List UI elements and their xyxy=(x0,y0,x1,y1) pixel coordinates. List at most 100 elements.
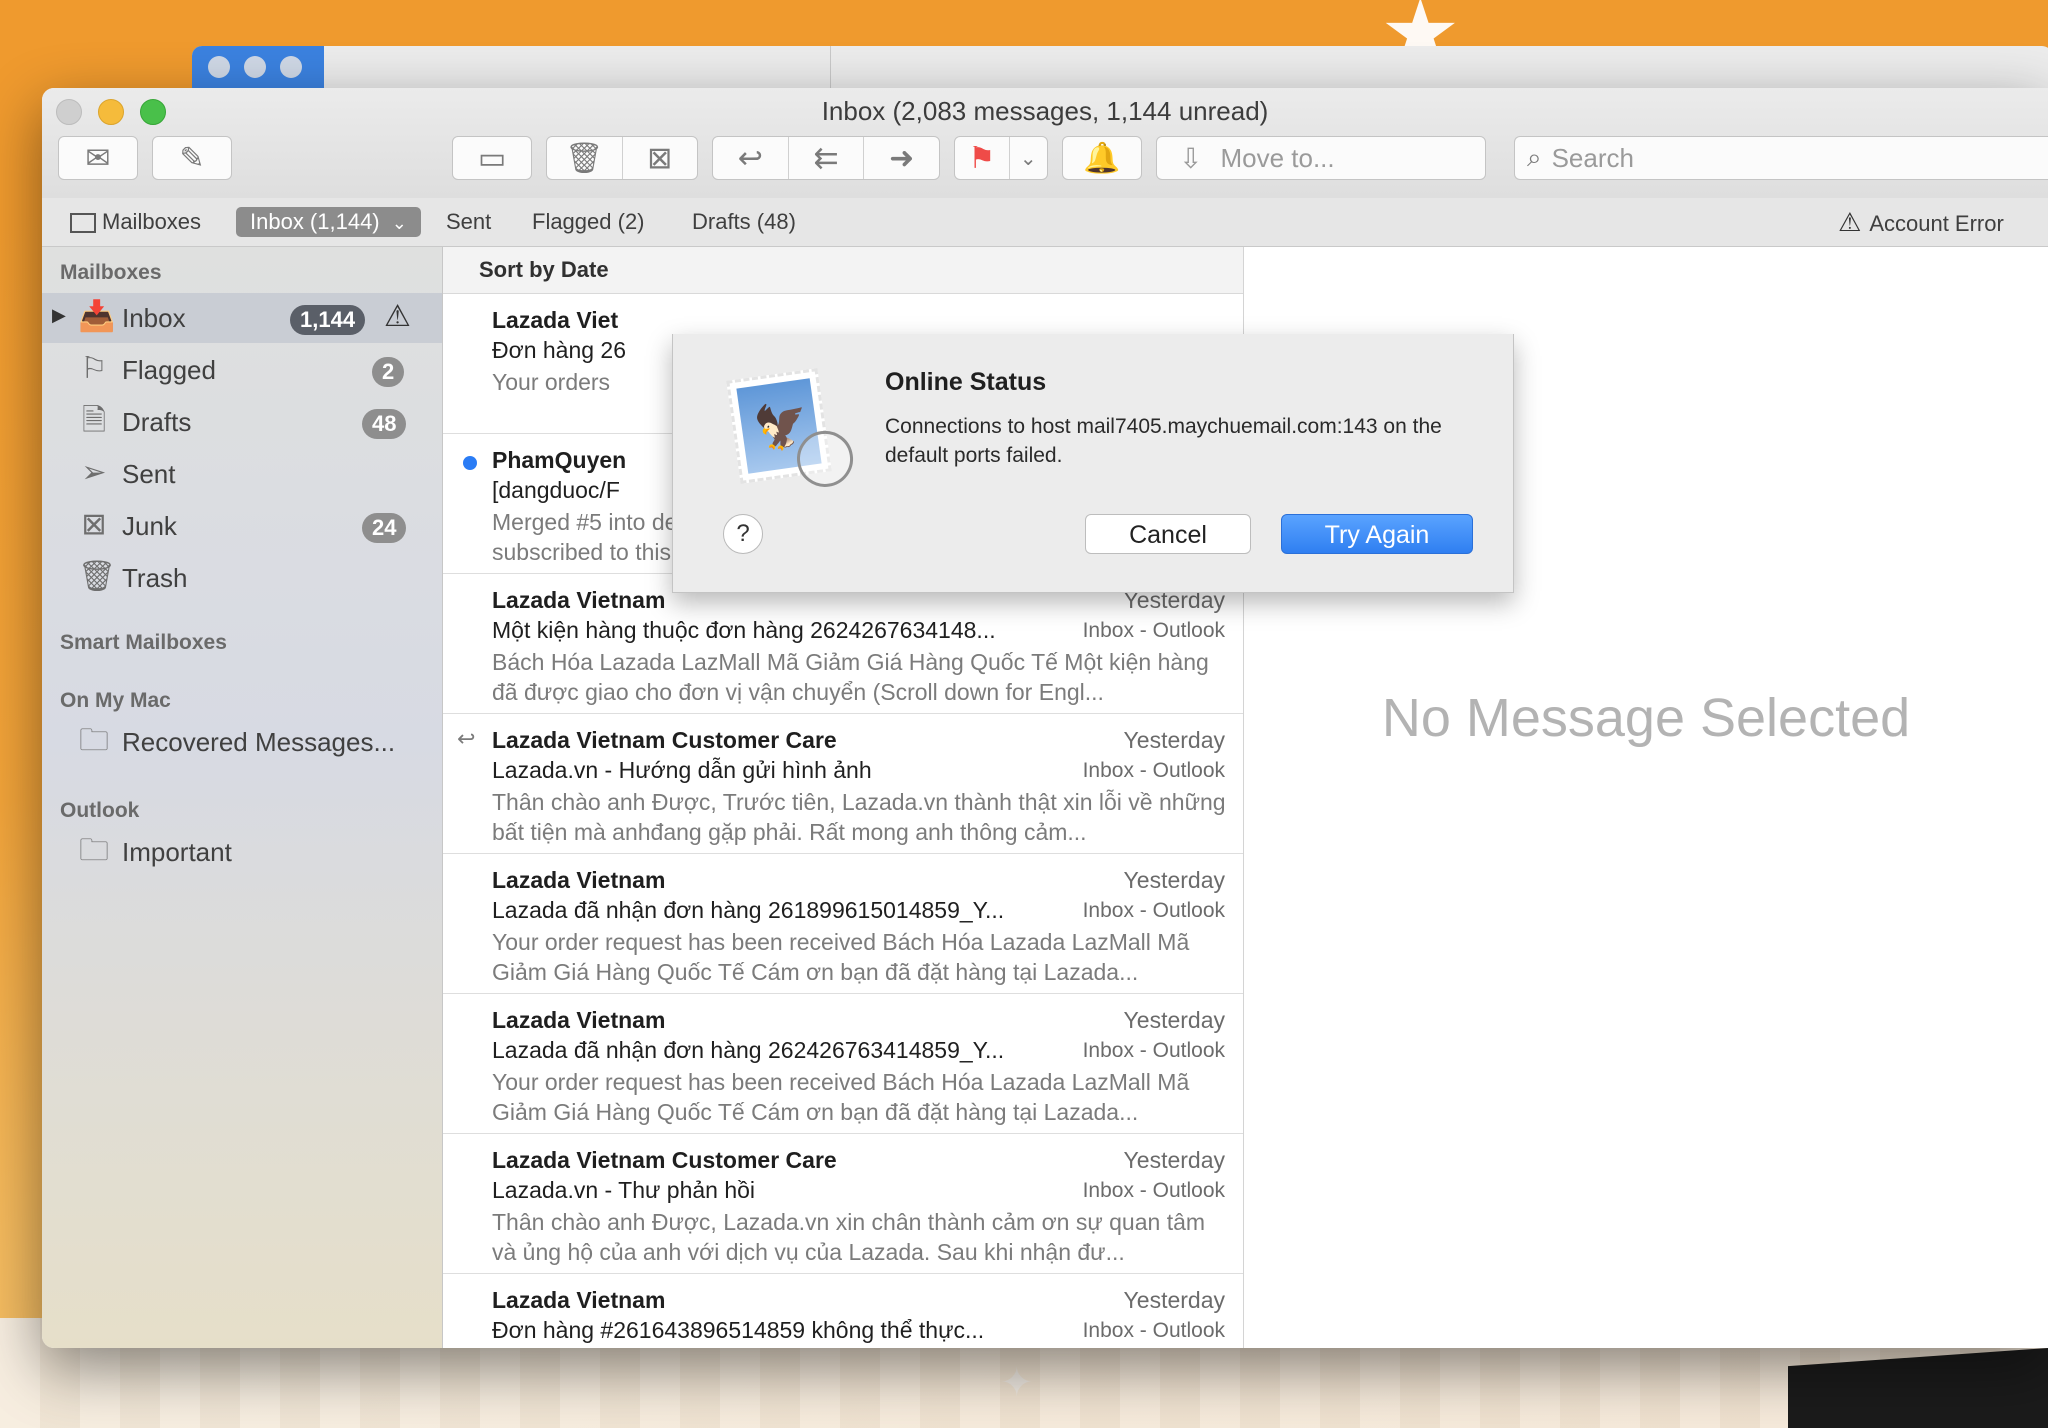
sidebar-item-label: Inbox xyxy=(122,303,186,333)
unread-dot-icon xyxy=(463,456,477,470)
message-subject: Lazada.vn - Hướng dẫn gửi hình ảnh xyxy=(492,757,872,783)
junk-icon: ⊠ xyxy=(647,141,673,175)
reply-icon: ↩ xyxy=(737,141,763,175)
sidebar-item-label: Junk xyxy=(122,511,177,541)
account-error[interactable]: ⚠ Account Error xyxy=(1838,198,2004,246)
message-preview: Thân chào anh Được, Lazada.vn xin chân t… xyxy=(492,1209,1206,1265)
message-sender: Lazada Vietnam xyxy=(492,1007,666,1033)
account-error-label: Account Error xyxy=(1869,211,2004,236)
flag-button[interactable]: ⚑ xyxy=(955,137,1010,179)
archive-icon: ▭ xyxy=(477,141,507,175)
background-window-dot xyxy=(244,56,266,78)
sidebar-item-junk[interactable]: ⊠ Junk 24 xyxy=(42,501,442,551)
message-sender: Lazada Viet xyxy=(492,307,619,333)
move-icon: ⇩ xyxy=(1179,142,1203,174)
sidebar-item-sent[interactable]: ➢ Sent xyxy=(42,449,442,499)
sidebar-item-label: Important xyxy=(122,837,232,867)
folder-icon: 🗀 xyxy=(79,834,109,867)
favorite-flagged[interactable]: Flagged (2) xyxy=(532,198,645,246)
message-row[interactable]: Lazada Vietnam Customer Care Yesterday L… xyxy=(443,1134,1243,1274)
sidebar-item-label: Flagged xyxy=(122,355,216,385)
compose-button[interactable]: ✎ xyxy=(152,136,232,180)
message-sender: Lazada Vietnam Customer Care xyxy=(492,727,837,753)
sidebar-item-trash[interactable]: 🗑 Trash xyxy=(42,553,442,603)
message-subject: Lazada đã nhận đơn hàng 261899615014859_… xyxy=(492,897,1005,923)
message-row[interactable]: ↩ Lazada Vietnam Customer Care Yesterday… xyxy=(443,714,1243,854)
sidebar-header-outlook[interactable]: Outlook xyxy=(60,799,139,823)
favorite-drafts[interactable]: Drafts (48) xyxy=(692,198,796,246)
junk-icon: ⊠ xyxy=(81,508,107,541)
sidebar: Mailboxes ▶ 📥 Inbox 1,144 ⚠ ⚐ Flagged 2 … xyxy=(42,247,443,1348)
flag-group: ⚑ ⌄ xyxy=(954,136,1048,180)
reply-button[interactable]: ↩ xyxy=(713,137,789,179)
message-subject: Lazada đã nhận đơn hàng 262426763414859_… xyxy=(492,1037,1005,1063)
sort-by-date-button[interactable]: Sort by Date xyxy=(479,257,609,283)
bell-icon: 🔔 xyxy=(1083,141,1121,175)
message-sender: Lazada Vietnam xyxy=(492,1287,666,1313)
inbox-icon: 📥 xyxy=(78,300,116,333)
titlebar: Inbox (2,083 messages, 1,144 unread) ✉ ✎… xyxy=(42,88,2048,199)
delete-button[interactable]: 🗑 xyxy=(547,137,623,179)
message-row[interactable]: Lazada Vietnam Yesterday Đơn hàng #26164… xyxy=(443,1274,1243,1348)
favorites-bar: Mailboxes Inbox (1,144) ⌄ Sent Flagged (… xyxy=(42,198,2048,247)
favorite-sent[interactable]: Sent xyxy=(446,198,491,246)
search-field[interactable]: ⌕ Search xyxy=(1514,136,2048,180)
message-date: Yesterday xyxy=(1123,727,1225,753)
background-window-divider xyxy=(830,46,831,92)
message-row[interactable]: Lazada Vietnam Yesterday Lazada đã nhận … xyxy=(443,854,1243,994)
sidebar-icon xyxy=(70,213,96,234)
count-badge: 24 xyxy=(362,513,407,543)
sidebar-item-flagged[interactable]: ⚐ Flagged 2 xyxy=(42,345,442,395)
sidebar-item-label: Trash xyxy=(122,563,188,593)
count-badge: 2 xyxy=(372,357,405,387)
favorite-inbox[interactable]: Inbox (1,144) ⌄ xyxy=(236,207,421,237)
reply-all-button[interactable]: ⇇ xyxy=(789,137,865,179)
cancel-button[interactable]: Cancel xyxy=(1085,514,1251,554)
no-message-selected: No Message Selected xyxy=(1381,688,1911,748)
message-date: Yesterday xyxy=(1123,867,1225,893)
sidebar-header-mailboxes: Mailboxes xyxy=(60,261,162,284)
unread-badge: 1,144 xyxy=(290,305,366,335)
sidebar-item-important[interactable]: 🗀 Important xyxy=(42,827,442,877)
help-button[interactable]: ? xyxy=(723,514,763,554)
message-mailbox: Inbox - Outlook xyxy=(1082,759,1225,782)
sidebar-item-label: Sent xyxy=(122,459,176,489)
forward-icon: ➜ xyxy=(889,141,915,175)
replied-icon: ↩ xyxy=(457,726,476,751)
sidebar-item-recovered-messages[interactable]: 🗀 Recovered Messages... xyxy=(42,717,442,767)
sidebar-header-smart-mailboxes[interactable]: Smart Mailboxes xyxy=(60,631,227,655)
message-subject: Lazada.vn - Thư phản hồi xyxy=(492,1177,756,1203)
sidebar-header-on-my-mac[interactable]: On My Mac xyxy=(60,689,171,713)
sidebar-item-inbox[interactable]: ▶ 📥 Inbox 1,144 ⚠ xyxy=(42,293,442,343)
compose-icon: ✎ xyxy=(179,141,205,175)
sidebar-item-label: Drafts xyxy=(122,407,192,437)
trash-icon: 🗑 xyxy=(565,141,604,175)
try-again-button[interactable]: Try Again xyxy=(1281,514,1473,554)
move-to-button[interactable]: ⇩ Move to... xyxy=(1156,136,1486,180)
delete-junk-group: 🗑 ⊠ xyxy=(546,136,698,180)
sidebar-item-drafts[interactable]: 🗎 Drafts 48 xyxy=(42,397,442,447)
archive-button[interactable]: ▭ xyxy=(452,136,532,180)
mute-button[interactable]: 🔔 xyxy=(1062,136,1142,180)
message-sender: PhamQuyen xyxy=(492,447,627,473)
trash-icon: 🗑 xyxy=(78,560,117,593)
get-mail-button[interactable]: ✉ xyxy=(58,136,138,180)
message-row[interactable]: Lazada Vietnam Yesterday Một kiện hàng t… xyxy=(443,574,1243,714)
junk-button[interactable]: ⊠ xyxy=(623,137,698,179)
message-preview: Bách Hóa Lazada LazMall Mã Giảm Giá Hàng… xyxy=(492,649,1209,705)
message-row[interactable]: Lazada Vietnam Yesterday Lazada đã nhận … xyxy=(443,994,1243,1134)
message-subject: Đơn hàng #261643896514859 không thể thực… xyxy=(492,1317,985,1343)
message-sender: Lazada Vietnam Customer Care xyxy=(492,1147,837,1173)
warning-icon: ⚠ xyxy=(1838,207,1862,237)
message-mailbox: Inbox - Outlook xyxy=(1082,619,1225,642)
message-subject: Một kiện hàng thuộc đơn hàng 26242676341… xyxy=(492,617,996,643)
message-preview: Your order request has been received Bác… xyxy=(492,1069,1190,1125)
message-date: Yesterday xyxy=(1123,1007,1225,1033)
flag-menu-button[interactable]: ⌄ xyxy=(1010,137,1047,179)
mailboxes-toggle[interactable]: Mailboxes xyxy=(70,198,201,246)
count-badge: 48 xyxy=(362,409,407,439)
mail-app-icon: 🦅 xyxy=(726,368,857,491)
forward-button[interactable]: ➜ xyxy=(864,137,939,179)
paper-plane-icon: ➢ xyxy=(81,456,107,489)
move-to-label: Move to... xyxy=(1220,142,1335,173)
